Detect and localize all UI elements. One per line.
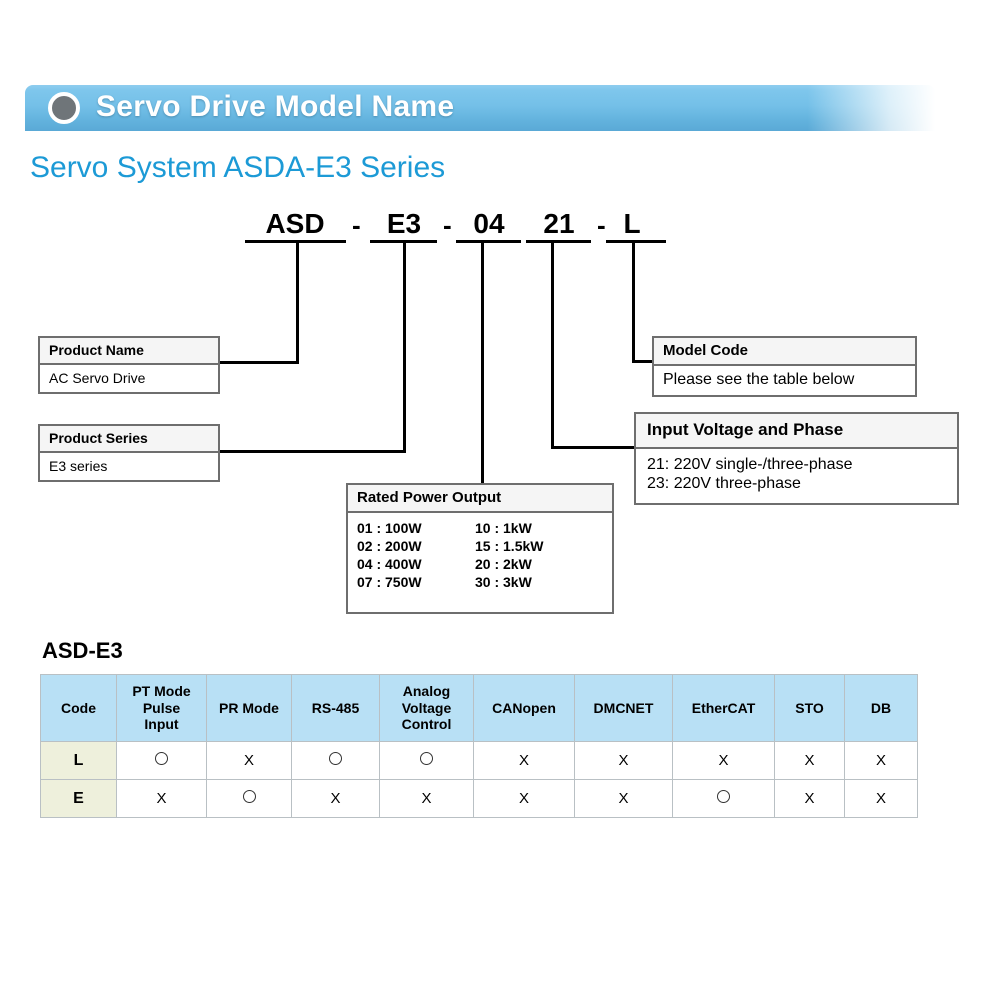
callout-product-name-title: Product Name bbox=[40, 338, 218, 365]
leader-input-voltage-horizontal bbox=[551, 446, 636, 449]
circle-icon bbox=[329, 752, 342, 765]
table-cell-not-supported: X bbox=[116, 779, 207, 818]
page-title: Servo Drive Model Name bbox=[96, 90, 455, 123]
callout-rated-power: Rated Power Output 01 : 100W 10 : 1kW 02 :… bbox=[346, 483, 614, 614]
table-column-header: CANopen bbox=[473, 674, 575, 742]
circle-icon bbox=[717, 790, 730, 803]
callout-product-series-title: Product Series bbox=[40, 426, 218, 453]
table-cell-not-supported: X bbox=[473, 779, 575, 818]
callout-product-series-body: E3 series bbox=[40, 453, 218, 480]
table-cell-code: E bbox=[40, 779, 117, 818]
model-token-model-code: L bbox=[623, 208, 641, 239]
callout-input-voltage-body: 21: 220V single-/three-phase 23: 220V th… bbox=[636, 449, 957, 503]
table-body: LXXXXXXEXXXXXXX bbox=[40, 741, 918, 818]
table-column-header: Code bbox=[40, 674, 117, 742]
circle-icon bbox=[155, 752, 168, 765]
sub-heading: Servo System ASDA-E3 Series bbox=[30, 151, 446, 184]
table-cell-not-supported: X bbox=[574, 741, 673, 780]
table-label: ASD-E3 bbox=[42, 638, 123, 663]
model-token-power: 04 bbox=[473, 208, 505, 239]
model-separator-2: - bbox=[443, 210, 452, 240]
table-cell-not-supported: X bbox=[473, 741, 575, 780]
table-cell-supported bbox=[206, 779, 292, 818]
callout-rated-power-title: Rated Power Output bbox=[348, 485, 612, 513]
callout-input-voltage-line-23: 23: 220V three-phase bbox=[647, 475, 801, 492]
table-cell-code: L bbox=[40, 741, 117, 780]
callout-product-series: Product Series E3 series bbox=[38, 424, 220, 482]
model-token-product-name: ASD bbox=[265, 208, 325, 239]
table-cell-not-supported: X bbox=[774, 779, 845, 818]
rated-power-entry-right: 15 : 1.5kW bbox=[475, 538, 544, 554]
leader-product-name-horizontal bbox=[219, 361, 299, 364]
rated-power-entry-left: 01 : 100W bbox=[357, 520, 422, 536]
model-separator-3: - bbox=[597, 210, 606, 240]
model-token-series: E3 bbox=[386, 208, 422, 239]
rated-power-entry-left: 07 : 750W bbox=[357, 574, 422, 590]
table-cell-supported bbox=[672, 779, 775, 818]
spec-table: Code PT Mode Pulse Input PR Mode RS-485 Analog… bbox=[40, 674, 918, 818]
model-separator-1: - bbox=[352, 210, 361, 240]
table-column-header: STO bbox=[774, 674, 845, 742]
table-row: EXXXXXXX bbox=[40, 779, 918, 818]
callout-model-code-line: Please see the table below bbox=[663, 371, 855, 388]
leader-input-voltage-vertical bbox=[551, 240, 554, 448]
table-cell-supported bbox=[116, 741, 207, 780]
underline-power bbox=[456, 240, 521, 243]
table-cell-not-supported: X bbox=[379, 779, 474, 818]
callout-input-voltage-title: Input Voltage and Phase bbox=[636, 414, 957, 449]
table-cell-not-supported: X bbox=[672, 741, 775, 780]
callout-model-code: Model Code Please see the table below bbox=[652, 336, 917, 397]
callout-product-name-line: AC Servo Drive bbox=[49, 370, 146, 386]
underline-voltage bbox=[526, 240, 591, 243]
leader-product-series-vertical bbox=[403, 240, 406, 452]
table-column-header: Analog Voltage Control bbox=[379, 674, 474, 742]
table-row: LXXXXXX bbox=[40, 741, 918, 780]
table-column-header: DB bbox=[844, 674, 918, 742]
table-cell-supported bbox=[379, 741, 474, 780]
circle-icon bbox=[242, 790, 256, 803]
table-column-header: RS-485 bbox=[291, 674, 380, 742]
leader-model-code-vertical bbox=[632, 240, 635, 362]
callout-product-series-line: E3 series bbox=[49, 458, 108, 474]
underline-model-code bbox=[606, 240, 666, 243]
callout-model-code-body: Please see the table below bbox=[654, 366, 915, 395]
table-header-row: Code PT Mode Pulse Input PR Mode RS-485 Analog… bbox=[40, 674, 918, 742]
callout-product-name: Product Name AC Servo Drive bbox=[38, 336, 220, 394]
callout-product-name-body: AC Servo Drive bbox=[40, 365, 218, 392]
filled-circle-icon bbox=[48, 92, 80, 124]
leader-rated-power-vertical bbox=[481, 240, 484, 485]
rated-power-entry-right: 30 : 3kW bbox=[475, 574, 532, 590]
rated-power-entry-right: 20 : 2kW bbox=[475, 556, 532, 572]
rated-power-entry-left: 02 : 200W bbox=[357, 538, 422, 554]
callout-rated-power-body: 01 : 100W 10 : 1kW 02 : 200W 15 : 1.5kW 04 :… bbox=[348, 513, 612, 596]
leader-model-code-horizontal bbox=[632, 360, 654, 363]
table-cell-not-supported: X bbox=[574, 779, 673, 818]
model-token-voltage: 21 bbox=[543, 208, 575, 239]
table-cell-supported bbox=[291, 741, 380, 780]
table-cell-not-supported: X bbox=[206, 741, 292, 780]
callout-input-voltage: Input Voltage and Phase 21: 220V single-… bbox=[634, 412, 959, 505]
table-cell-not-supported: X bbox=[844, 779, 918, 818]
table-column-header: PT Mode Pulse Input bbox=[116, 674, 207, 742]
table-cell-not-supported: X bbox=[774, 741, 845, 780]
rated-power-entry-left: 04 : 400W bbox=[357, 556, 422, 572]
rated-power-grid: 01 : 100W 10 : 1kW 02 : 200W 15 : 1.5kW 04 :… bbox=[357, 520, 603, 590]
circle-icon bbox=[420, 752, 433, 765]
table-cell-not-supported: X bbox=[844, 741, 918, 780]
leader-product-name-vertical bbox=[296, 240, 299, 363]
callout-model-code-title: Model Code bbox=[654, 338, 915, 366]
table-cell-not-supported: X bbox=[291, 779, 380, 818]
table-column-header: PR Mode bbox=[206, 674, 292, 742]
rated-power-entry-right: 10 : 1kW bbox=[475, 520, 532, 536]
leader-product-series-horizontal bbox=[219, 450, 406, 453]
table-column-header: DMCNET bbox=[574, 674, 673, 742]
callout-input-voltage-line-21: 21: 220V single-/three-phase bbox=[647, 456, 853, 473]
table-column-header: EtherCAT bbox=[672, 674, 775, 742]
